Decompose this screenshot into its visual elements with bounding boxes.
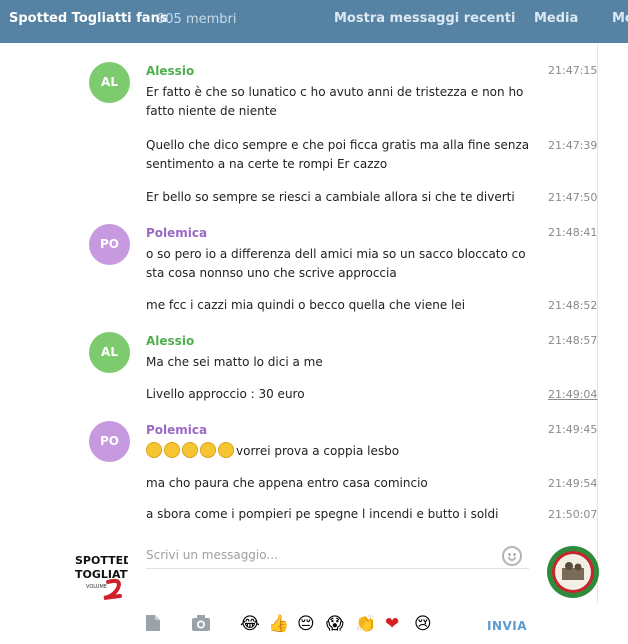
laughing-emoji-icon <box>146 442 162 458</box>
avatar[interactable]: AL <box>89 332 130 373</box>
emoji-clap-icon[interactable]: 👏 <box>355 614 376 634</box>
chat-header: Spotted Togliatti fans 905 membri Mostra… <box>0 0 628 43</box>
svg-text:VOLUME: VOLUME <box>86 584 107 590</box>
message-time[interactable]: 21:47:15 <box>548 64 597 77</box>
message-text-body: vorrei prova a coppia lesbo <box>236 444 400 458</box>
message-time[interactable]: 21:49:04 <box>548 388 597 401</box>
message-text: ma cho paura che appena entro casa comin… <box>146 476 428 490</box>
message-author[interactable]: Alessio <box>146 334 194 348</box>
message-author[interactable]: Polemica <box>146 226 207 240</box>
message-text: Livello approccio : 30 euro <box>146 387 305 401</box>
peer-avatar[interactable] <box>547 546 599 598</box>
message-time[interactable]: 21:48:57 <box>548 334 597 347</box>
avatar[interactable]: PO <box>89 421 130 462</box>
message-time[interactable]: 21:48:52 <box>548 299 597 312</box>
laughing-emoji-icon <box>200 442 216 458</box>
emoji-thumbs-up-icon[interactable]: 👍 <box>268 614 289 634</box>
emoji-picker-icon[interactable] <box>502 546 522 566</box>
composer-toolbar: 😂 👍 😔 😱 👏 ❤ 😢 INVIA <box>0 608 628 644</box>
avatar[interactable]: PO <box>89 224 130 265</box>
input-underline <box>146 568 529 569</box>
message-author[interactable]: Alessio <box>146 64 194 78</box>
message-text: Quello che dico sempre e che poi ficca g… <box>146 138 530 171</box>
channel-logo: SPOTTED TOGLIATTI VOLUME <box>74 548 139 600</box>
message-time[interactable]: 21:47:39 <box>548 139 597 152</box>
avatar[interactable]: AL <box>89 62 130 103</box>
message-text: a sbora come i pompieri pe spegne l ince… <box>146 507 499 521</box>
composer: SPOTTED TOGLIATTI VOLUME Scrivi un messa… <box>0 538 628 644</box>
emoji-scream-icon[interactable]: 😱 <box>326 614 344 634</box>
file-icon[interactable] <box>145 614 161 637</box>
emoji-pensive-icon[interactable]: 😔 <box>297 614 315 634</box>
laughing-emoji-icon <box>182 442 198 458</box>
media-link[interactable]: Media <box>534 11 578 26</box>
emoji-laughing-icon[interactable]: 😂 <box>240 614 260 634</box>
member-count[interactable]: 905 membri <box>157 12 236 27</box>
message-time[interactable]: 21:49:54 <box>548 477 597 490</box>
message-text: Ma che sei matto lo dici a me <box>146 355 323 369</box>
message-input[interactable]: Scrivi un messaggio... <box>146 548 278 562</box>
message-text: me fcc i cazzi mia quindi o becco quella… <box>146 298 466 312</box>
emoji-heart-icon[interactable]: ❤ <box>385 614 399 634</box>
emoji-crying-icon[interactable]: 😢 <box>414 614 432 634</box>
camera-icon[interactable] <box>191 614 211 637</box>
chat-title[interactable]: Spotted Togliatti fans <box>9 11 168 26</box>
laughing-emoji-icon <box>164 442 180 458</box>
more-link[interactable]: Mo <box>612 11 628 26</box>
laughing-emoji-icon <box>218 442 234 458</box>
show-recent-link[interactable]: Mostra messaggi recenti <box>334 11 515 26</box>
message-text: vorrei prova a coppia lesbo <box>146 442 541 461</box>
message-text: o so pero io a differenza dell amici mia… <box>146 247 526 280</box>
message-text: Er bello so sempre se riesci a cambiale … <box>146 190 515 204</box>
message-author[interactable]: Polemica <box>146 423 207 437</box>
send-button[interactable]: INVIA <box>487 619 527 633</box>
message-list: AL Alessio Er fatto è che so lunatico c … <box>0 43 628 533</box>
svg-text:SPOTTED: SPOTTED <box>75 554 128 567</box>
message-time[interactable]: 21:48:41 <box>548 226 597 239</box>
message-time[interactable]: 21:47:50 <box>548 191 597 204</box>
message-text: Er fatto è che so lunatico c ho avuto an… <box>146 85 524 118</box>
message-time[interactable]: 21:50:07 <box>548 508 597 521</box>
svg-text:TOGLIATTI: TOGLIATTI <box>75 568 128 581</box>
message-time[interactable]: 21:49:45 <box>548 423 597 436</box>
